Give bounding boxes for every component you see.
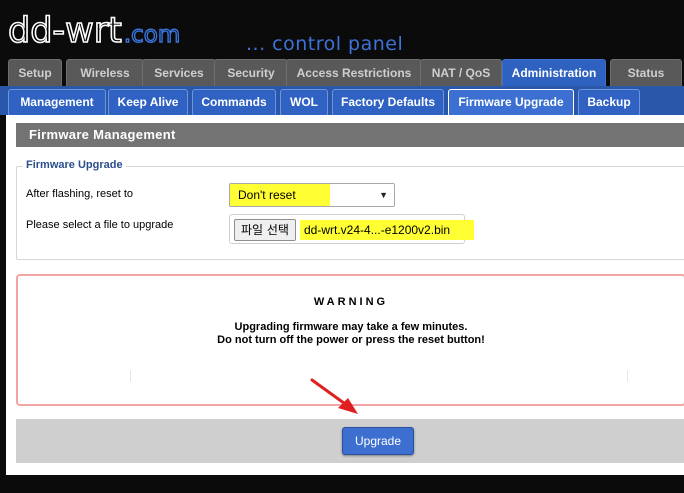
subtab-backup[interactable]: Backup xyxy=(578,89,640,115)
control-panel-subtitle: ... control panel xyxy=(246,33,404,55)
sub-tab-bar: Management Keep Alive Commands WOL Facto… xyxy=(0,86,684,115)
firmware-upgrade-fieldset: Firmware Upgrade After flashing, reset t… xyxy=(16,159,684,260)
tab-access-restrictions[interactable]: Access Restrictions xyxy=(286,59,422,86)
tab-wireless[interactable]: Wireless xyxy=(66,59,144,86)
warning-title: WARNING xyxy=(313,296,389,308)
red-arrow-annotation-icon xyxy=(310,378,358,414)
subtab-management[interactable]: Management xyxy=(8,89,106,115)
reset-select-value: Don't reset xyxy=(238,188,296,202)
subtab-commands[interactable]: Commands xyxy=(192,89,276,115)
selected-file-name: dd-wrt.v24-4...-e1200v2.bin xyxy=(300,220,474,240)
fieldset-legend: Firmware Upgrade xyxy=(23,159,126,171)
section-title: Firmware Management xyxy=(16,123,684,147)
tab-security[interactable]: Security xyxy=(214,59,288,86)
logo-suffix: .com xyxy=(123,21,181,48)
reset-select[interactable]: Don't reset ▼ xyxy=(229,183,395,207)
arrow-shaft xyxy=(310,378,350,408)
subtab-keep-alive[interactable]: Keep Alive xyxy=(108,89,188,115)
tab-status[interactable]: Status xyxy=(610,59,682,86)
upgrade-button[interactable]: Upgrade xyxy=(342,427,414,455)
subtab-factory-defaults[interactable]: Factory Defaults xyxy=(332,89,444,115)
warning-line-1: Upgrading firmware may take a few minute… xyxy=(234,321,468,333)
file-input[interactable]: 파일 선택 dd-wrt.v24-4...-e1200v2.bin xyxy=(229,214,474,244)
subtab-firmware-upgrade[interactable]: Firmware Upgrade xyxy=(448,89,574,115)
tab-services[interactable]: Services xyxy=(142,59,216,86)
logo-main: dd-wrt xyxy=(7,10,122,52)
reset-label: After flashing, reset to xyxy=(26,188,133,200)
tab-setup[interactable]: Setup xyxy=(8,59,62,86)
tab-administration[interactable]: Administration xyxy=(502,59,606,87)
choose-file-button[interactable]: 파일 선택 xyxy=(234,219,296,241)
warning-line-2: Do not turn off the power or press the r… xyxy=(217,334,485,346)
file-label: Please select a file to upgrade xyxy=(26,219,174,231)
warning-divider xyxy=(130,370,628,382)
tab-nat-qos[interactable]: NAT / QoS xyxy=(420,59,502,86)
chevron-down-icon: ▼ xyxy=(379,190,388,200)
subtab-wol[interactable]: WOL xyxy=(280,89,328,115)
action-bar: Upgrade xyxy=(16,419,684,463)
header: dd-wrt.com ... control panel xyxy=(0,0,684,58)
ddwrt-logo: dd-wrt.com xyxy=(7,10,181,55)
